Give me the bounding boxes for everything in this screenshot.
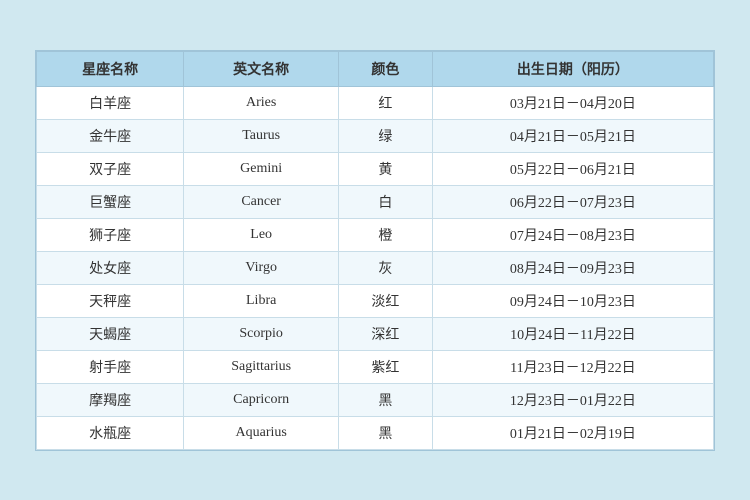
- cell-color: 黄: [339, 152, 433, 185]
- table-body: 白羊座Aries红03月21日－04月20日金牛座Taurus绿04月21日－0…: [37, 86, 714, 449]
- table-row: 巨蟹座Cancer白06月22日－07月23日: [37, 185, 714, 218]
- cell-cn-name: 巨蟹座: [37, 185, 184, 218]
- table-row: 水瓶座Aquarius黑01月21日－02月19日: [37, 416, 714, 449]
- cell-en-name: Aquarius: [184, 416, 339, 449]
- cell-en-name: Taurus: [184, 119, 339, 152]
- cell-date: 01月21日－02月19日: [432, 416, 713, 449]
- cell-date: 09月24日－10月23日: [432, 284, 713, 317]
- cell-cn-name: 摩羯座: [37, 383, 184, 416]
- cell-cn-name: 射手座: [37, 350, 184, 383]
- table-header-row: 星座名称 英文名称 颜色 出生日期（阳历）: [37, 51, 714, 86]
- table-row: 狮子座Leo橙07月24日－08月23日: [37, 218, 714, 251]
- cell-en-name: Sagittarius: [184, 350, 339, 383]
- table-row: 白羊座Aries红03月21日－04月20日: [37, 86, 714, 119]
- table-row: 金牛座Taurus绿04月21日－05月21日: [37, 119, 714, 152]
- cell-color: 灰: [339, 251, 433, 284]
- table-row: 天蝎座Scorpio深红10月24日－11月22日: [37, 317, 714, 350]
- cell-en-name: Libra: [184, 284, 339, 317]
- cell-cn-name: 白羊座: [37, 86, 184, 119]
- cell-date: 06月22日－07月23日: [432, 185, 713, 218]
- header-date: 出生日期（阳历）: [432, 51, 713, 86]
- zodiac-table: 星座名称 英文名称 颜色 出生日期（阳历） 白羊座Aries红03月21日－04…: [36, 51, 714, 450]
- header-color: 颜色: [339, 51, 433, 86]
- cell-color: 白: [339, 185, 433, 218]
- cell-cn-name: 双子座: [37, 152, 184, 185]
- cell-en-name: Capricorn: [184, 383, 339, 416]
- cell-date: 04月21日－05月21日: [432, 119, 713, 152]
- cell-en-name: Aries: [184, 86, 339, 119]
- cell-date: 03月21日－04月20日: [432, 86, 713, 119]
- cell-date: 12月23日－01月22日: [432, 383, 713, 416]
- header-en-name: 英文名称: [184, 51, 339, 86]
- cell-cn-name: 天蝎座: [37, 317, 184, 350]
- cell-en-name: Gemini: [184, 152, 339, 185]
- cell-color: 绿: [339, 119, 433, 152]
- cell-color: 黑: [339, 383, 433, 416]
- cell-date: 07月24日－08月23日: [432, 218, 713, 251]
- cell-en-name: Cancer: [184, 185, 339, 218]
- cell-color: 紫红: [339, 350, 433, 383]
- cell-en-name: Virgo: [184, 251, 339, 284]
- cell-cn-name: 水瓶座: [37, 416, 184, 449]
- cell-color: 橙: [339, 218, 433, 251]
- cell-date: 11月23日－12月22日: [432, 350, 713, 383]
- table-row: 处女座Virgo灰08月24日－09月23日: [37, 251, 714, 284]
- cell-cn-name: 天秤座: [37, 284, 184, 317]
- cell-cn-name: 处女座: [37, 251, 184, 284]
- cell-color: 淡红: [339, 284, 433, 317]
- table-row: 双子座Gemini黄05月22日－06月21日: [37, 152, 714, 185]
- table-row: 射手座Sagittarius紫红11月23日－12月22日: [37, 350, 714, 383]
- header-cn-name: 星座名称: [37, 51, 184, 86]
- cell-en-name: Scorpio: [184, 317, 339, 350]
- zodiac-table-wrapper: 星座名称 英文名称 颜色 出生日期（阳历） 白羊座Aries红03月21日－04…: [35, 50, 715, 451]
- cell-date: 10月24日－11月22日: [432, 317, 713, 350]
- cell-color: 红: [339, 86, 433, 119]
- cell-date: 08月24日－09月23日: [432, 251, 713, 284]
- cell-color: 深红: [339, 317, 433, 350]
- cell-cn-name: 金牛座: [37, 119, 184, 152]
- cell-en-name: Leo: [184, 218, 339, 251]
- cell-cn-name: 狮子座: [37, 218, 184, 251]
- table-row: 摩羯座Capricorn黑12月23日－01月22日: [37, 383, 714, 416]
- cell-color: 黑: [339, 416, 433, 449]
- cell-date: 05月22日－06月21日: [432, 152, 713, 185]
- table-row: 天秤座Libra淡红09月24日－10月23日: [37, 284, 714, 317]
